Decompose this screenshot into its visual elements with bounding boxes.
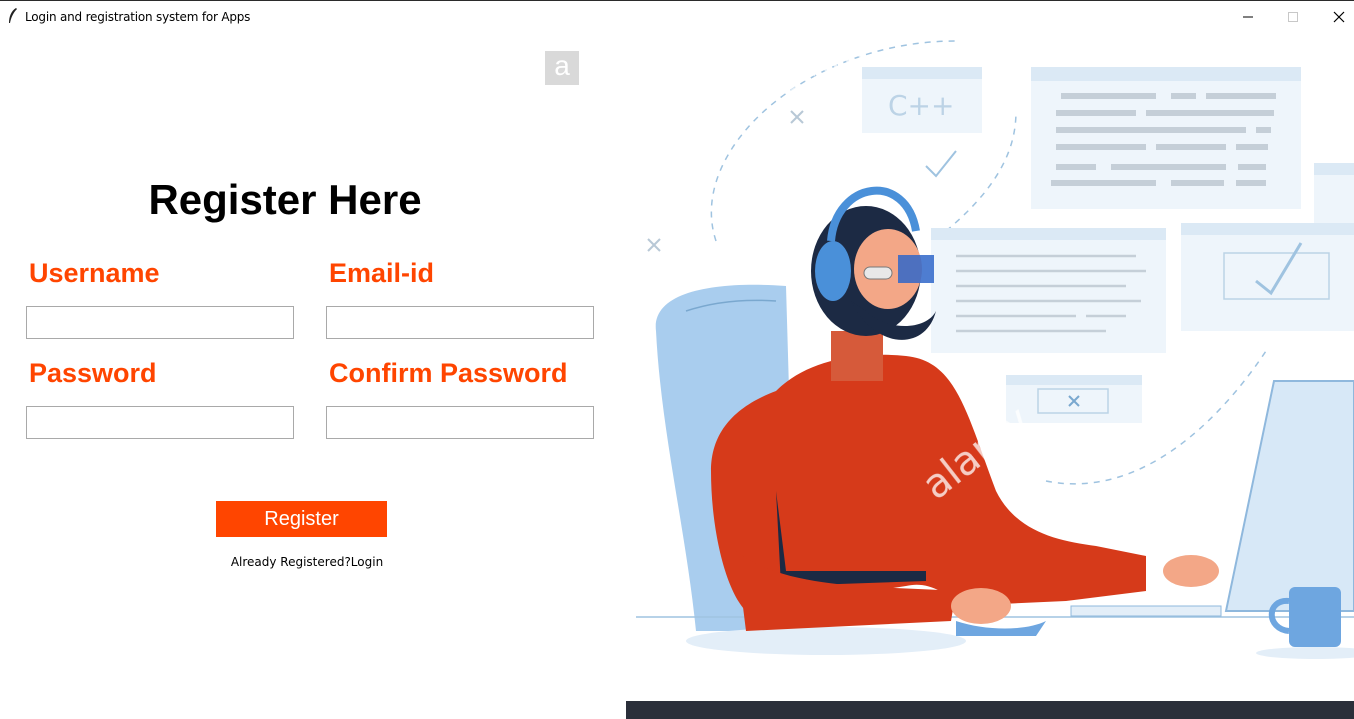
minimize-button[interactable] xyxy=(1225,1,1271,32)
close-icon xyxy=(1333,11,1345,22)
maximize-icon xyxy=(1288,11,1298,22)
login-link[interactable]: Already Registered?Login xyxy=(0,555,614,569)
code-card-label: C++ xyxy=(888,89,954,122)
confirm-password-input[interactable] xyxy=(326,406,594,439)
email-label: Email-id xyxy=(329,258,435,288)
password-label: Password xyxy=(29,358,157,388)
list-card xyxy=(931,228,1166,353)
window-title: Login and registration system for Apps xyxy=(25,10,251,24)
close-card xyxy=(1006,375,1142,423)
feather-icon xyxy=(9,8,17,23)
document-card xyxy=(1031,67,1301,209)
username-input[interactable] xyxy=(26,306,294,339)
checkbox-card xyxy=(1181,223,1354,331)
page-title: Register Here xyxy=(148,176,422,223)
minimize-icon xyxy=(1243,16,1253,17)
title-bar: Login and registration system for Apps xyxy=(0,0,1354,31)
watermark-badge: a xyxy=(545,51,579,85)
confirm-password-label: Confirm Password xyxy=(329,358,568,388)
headphones-icon xyxy=(815,241,851,301)
developer-illustration: C++ alamy alamy xyxy=(626,31,1354,719)
register-button[interactable]: Register xyxy=(216,501,387,537)
username-label: Username xyxy=(29,258,160,288)
close-button[interactable] xyxy=(1316,1,1354,32)
maximize-button[interactable] xyxy=(1270,1,1316,32)
email-input[interactable] xyxy=(326,306,594,339)
password-input[interactable] xyxy=(26,406,294,439)
registration-form: a Register Here Username Email-id Passwo… xyxy=(0,31,626,719)
